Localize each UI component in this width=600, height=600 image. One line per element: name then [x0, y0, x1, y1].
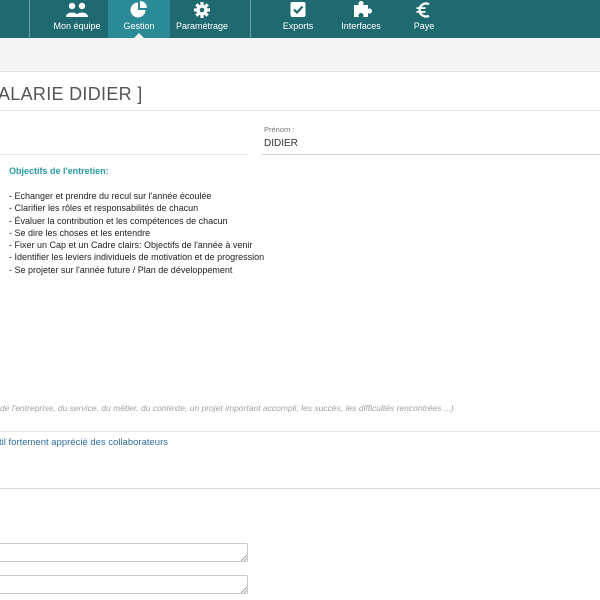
checkbox-icon — [290, 2, 306, 17]
nav-label: Mon équipe — [53, 21, 101, 31]
puzzle-icon — [354, 1, 372, 17]
resize-handle-icon[interactable] — [241, 555, 247, 561]
team-icon — [66, 2, 88, 17]
list-item: - Se dire les choses et les entendre — [9, 227, 151, 238]
list-item: - Évaluer la contribution et les compéte… — [9, 215, 228, 226]
comment-textarea[interactable] — [0, 543, 248, 562]
nav-label: Exports — [282, 21, 314, 31]
nav-label: Gestion — [123, 21, 155, 31]
divider — [0, 488, 600, 489]
pie-chart-icon — [130, 1, 147, 18]
list-item: - Identifier les leviers individuels de … — [9, 252, 265, 263]
comment-textarea[interactable] — [0, 575, 248, 594]
nav-label: Interfaces — [341, 21, 381, 31]
page-title: ALARIE DIDIER ] — [0, 84, 143, 104]
divider — [0, 110, 600, 111]
objectives-title: Objectifs de l'entretien: — [9, 166, 109, 176]
nav-item-gestion[interactable]: Gestion — [108, 0, 170, 39]
nav-item-parametrage[interactable]: Paramétrage — [170, 0, 234, 38]
list-item: - Echanger et prendre du recul sur l'ann… — [9, 191, 212, 201]
list-item: - Clarifier les rôles et responsabilités… — [9, 203, 199, 214]
nav-item-mon-equipe[interactable]: Mon équipe — [46, 0, 108, 38]
objectives-list: - Echanger et prendre du recul sur l'ann… — [9, 190, 264, 276]
nav-item-paye[interactable]: Paye — [394, 0, 454, 38]
notes-placeholder[interactable]: de l'entreprise, du service, du métier, … — [0, 403, 454, 413]
resize-handle-icon[interactable] — [241, 587, 247, 593]
gear-icon — [194, 2, 210, 18]
nav-item-exports[interactable]: Exports — [268, 0, 328, 38]
nav-separator — [29, 0, 30, 38]
list-item: - Se projeter sur l'année future / Plan … — [9, 264, 233, 275]
prenom-label: Prénom : — [264, 125, 295, 134]
criteria-link[interactable]: til fortement apprécié des collaborateur… — [0, 437, 168, 448]
euro-icon — [416, 2, 430, 18]
nav-label: Paye — [413, 21, 435, 31]
list-item: - Fixer un Cap et un Cadre clairs: Objec… — [9, 240, 253, 251]
sub-toolbar — [0, 38, 600, 72]
prenom-field[interactable]: DIDIER — [264, 138, 298, 149]
field-underline — [262, 154, 600, 155]
top-navigation-bar: Mon équipe Gestion Paramétrage Exports I… — [0, 0, 600, 39]
nav-separator — [250, 0, 251, 38]
nav-label: Paramétrage — [175, 21, 229, 31]
nav-item-interfaces[interactable]: Interfaces — [330, 0, 392, 38]
divider — [0, 431, 600, 432]
field-underline — [0, 154, 248, 155]
